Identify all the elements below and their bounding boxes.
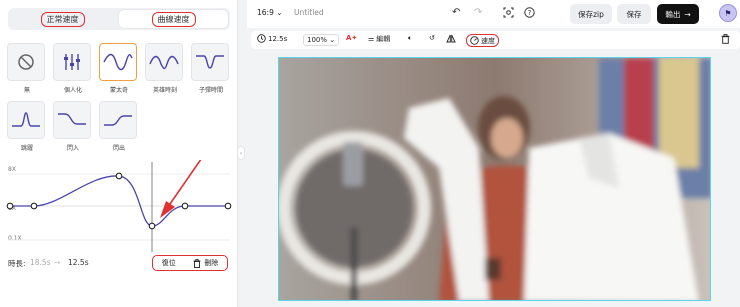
duration-label: 時長: [8,259,26,268]
hero-curve-icon [149,55,179,70]
preset-bullet[interactable]: 子彈時間 [191,43,231,94]
flash-out-curve-icon [104,115,132,126]
curve-point[interactable] [224,202,232,210]
clip-toolbar: 12.5s 100% ⌄ A✦ ⚌ 編輯 🔈︎ ↺ 速度 [251,31,740,49]
duration-control[interactable]: 12.5s [257,34,287,43]
bullet-curve-icon [196,55,224,69]
svg-text:?: ? [528,9,532,17]
delete-button-label: 刪除 [204,259,219,267]
trash-icon [193,258,201,268]
save-button[interactable]: 保存 [617,4,651,24]
video-preview-canvas[interactable] [278,57,711,301]
zoom-select[interactable]: 100% ⌄ [303,34,340,46]
preset-none[interactable]: 無 [7,43,47,94]
preset-label: 蒙太奇 [109,87,128,94]
preset-label: 子彈時間 [198,87,223,94]
footer-actions: 復位 刪除 [152,255,228,271]
sliders-icon [64,54,80,70]
chevron-down-icon: ⌄ [329,36,336,44]
curve-point[interactable] [6,202,14,210]
clock-icon [257,34,266,43]
undo-icon[interactable]: ↶ [452,7,460,18]
speed-tabs: 正常速度 曲線速度 [8,8,230,30]
curve-point[interactable] [30,202,38,210]
jump-curve-icon [12,112,40,127]
speed-curve-graph[interactable]: 8X 1X 0.1X [0,160,238,252]
ai-tool-button[interactable]: A✦ [346,34,357,42]
top-bar: 16:9 ⌄ Untitled ↶ ↷ ? 保存zip 保存 輸出 → ⚑ [247,0,740,28]
avatar[interactable]: ⚑ [719,4,737,22]
collapse-panel-button[interactable]: ‹ [237,146,245,160]
tab-curve-speed-label: 曲線速度 [151,11,196,27]
help-icon[interactable]: ? [524,7,535,21]
ai-sparkle-icon: A✦ [346,34,358,42]
duration-arrow: → [54,258,61,267]
edit-label: 編輯 [376,35,391,43]
montage-curve-icon [103,53,133,71]
curve-point[interactable] [115,172,123,180]
delete-clip-button[interactable] [721,34,730,44]
preset-label: 英雄時刻 [152,87,177,94]
preset-label: 個人化 [63,87,82,94]
duration-footer: 時長: 18.5s → 12.5s 復位 刪除 [0,254,238,272]
speed-label: 速度 [481,36,495,45]
preset-flash-out[interactable]: 閃出 [99,101,139,152]
curve-point[interactable] [181,202,189,210]
preset-flash-in[interactable]: 閃入 [53,101,93,152]
preset-custom[interactable]: 個人化 [53,43,93,94]
trash-icon [721,34,730,44]
export-button-label: 輸出 [665,9,681,19]
preset-label: 閃入 [66,145,79,152]
preset-hero[interactable]: 英雄時刻 [145,43,185,94]
chevron-left-icon: ‹ [239,149,243,157]
rotate-icon: ↺ [429,34,435,42]
flag-icon: ⚑ [724,8,732,18]
volume-button[interactable]: 🔈︎ [408,34,412,43]
curve-point[interactable] [148,222,156,230]
speedometer-icon [470,36,479,45]
flip-icon [446,34,456,43]
tab-curve-speed[interactable]: 曲線速度 [119,10,228,28]
preset-label: 跳躍 [20,145,33,152]
aspect-ratio-value: 16:9 [257,8,274,17]
tab-normal-speed[interactable]: 正常速度 [8,8,117,30]
app-root: 正常速度 曲線速度 無 個人化 蒙太奇 英雄時刻 子彈時間 跳躍 閃入 閃出 8… [0,0,740,307]
volume-icon: 🔈︎ [408,34,413,42]
speed-panel: 正常速度 曲線速度 無 個人化 蒙太奇 英雄時刻 子彈時間 跳躍 閃入 閃出 8… [0,0,238,307]
none-icon [18,54,34,70]
speed-curve [10,175,228,227]
zoom-value: 100% [307,36,328,44]
edit-button[interactable]: ⚌ 編輯 [368,34,390,44]
screen-capture-icon[interactable] [503,7,514,21]
flip-button[interactable] [446,34,456,43]
video-frame [279,58,710,300]
duration-value: 12.5s [268,34,288,43]
duration-original: 18.5s [30,258,51,267]
arrow-right-icon: → [684,9,691,19]
reset-button[interactable]: 復位 [162,258,176,268]
delete-button[interactable]: 刪除 [193,258,218,268]
duration-new: 12.5s [68,258,89,267]
annotation-arrow [160,160,202,218]
curve-svg [6,160,232,252]
preset-montage[interactable]: 蒙太奇 [99,43,139,94]
rotate-button[interactable]: ↺ [429,34,435,42]
preset-label: 無 [23,87,30,94]
save-zip-button[interactable]: 保存zip [570,4,612,24]
redo-icon[interactable]: ↷ [474,7,482,18]
project-title[interactable]: Untitled [294,8,324,17]
export-button[interactable]: 輸出 → [657,4,699,24]
chevron-down-icon: ⌄ [276,8,283,17]
preset-jump[interactable]: 跳躍 [7,101,47,152]
speed-button[interactable]: 速度 [466,34,499,47]
adjust-icon: ⚌ [368,35,375,43]
aspect-ratio-select[interactable]: 16:9 ⌄ [257,8,283,17]
tab-normal-speed-label: 正常速度 [40,11,85,27]
flash-in-curve-icon [58,113,86,125]
preset-label: 閃出 [112,145,125,152]
